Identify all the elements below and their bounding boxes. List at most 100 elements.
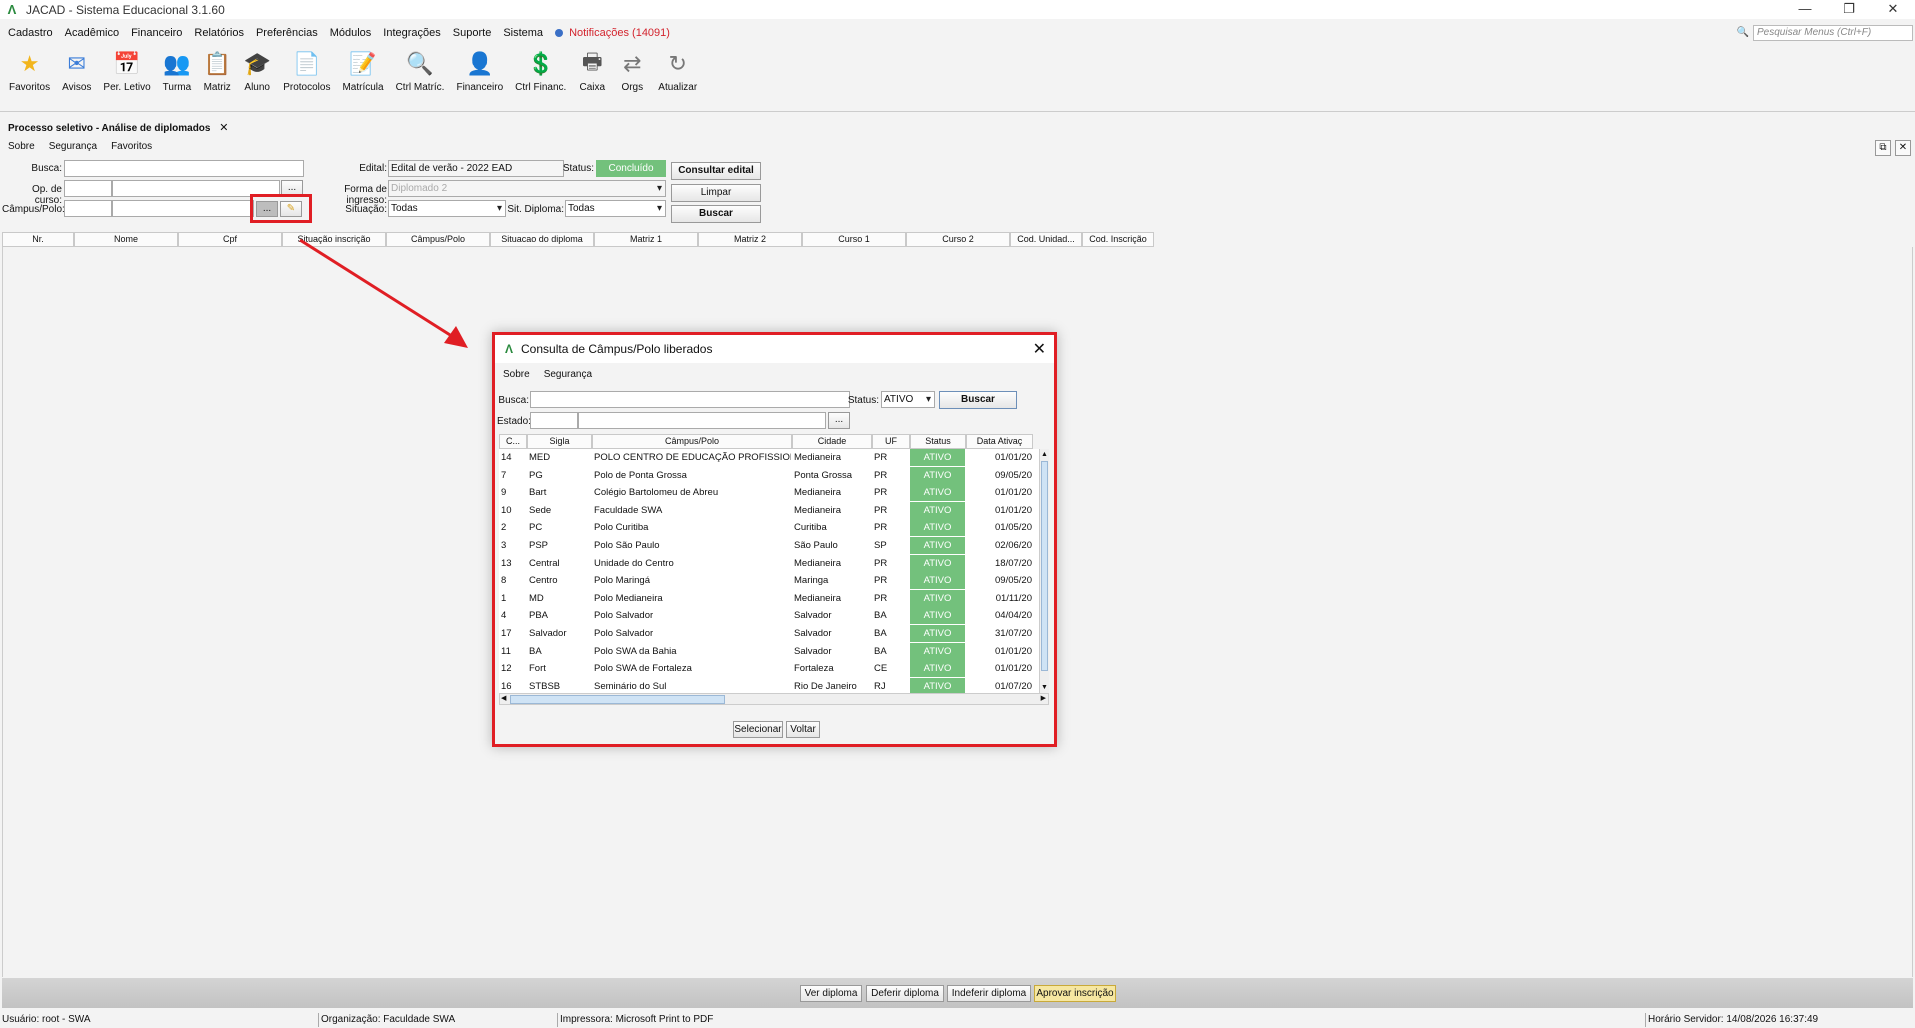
- indeferir-diploma-button[interactable]: Indeferir diploma: [947, 985, 1031, 1002]
- aprovar-inscricao-button[interactable]: Aprovar inscrição: [1034, 985, 1116, 1002]
- minimize-button[interactable]: —: [1783, 0, 1827, 19]
- limpar-button[interactable]: Limpar: [671, 184, 761, 202]
- toolbar-button-per-letivo[interactable]: 📅 Per. Letivo: [100, 48, 153, 95]
- dialog-table-row[interactable]: 2 PC Polo Curitiba Curitiba PR ATIVO 01/05/20: [499, 519, 1039, 537]
- dialog-column-header[interactable]: C...: [499, 434, 527, 449]
- submenu-favoritos[interactable]: Favoritos: [111, 141, 152, 157]
- horizontal-scrollbar[interactable]: ◀ ▶: [499, 693, 1049, 705]
- dialog-estado-lookup-button[interactable]: ...: [828, 412, 850, 429]
- grid-column-header[interactable]: Matriz 2: [698, 232, 802, 247]
- dialog-column-header[interactable]: Status: [910, 434, 966, 449]
- consultar-edital-button[interactable]: Consultar edital: [671, 162, 761, 180]
- dialog-column-header[interactable]: Cidade: [792, 434, 872, 449]
- menu-modulos[interactable]: Módulos: [330, 27, 372, 39]
- grid-column-header[interactable]: Câmpus/Polo: [386, 232, 490, 247]
- dialog-table-row[interactable]: 13 Central Unidade do Centro Medianeira PR AT…: [499, 554, 1039, 573]
- dialog-table-row[interactable]: 10 Sede Faculdade SWA Medianeira PR ATIVO 01/0…: [499, 501, 1039, 520]
- toolbar-button-aluno[interactable]: 🎓 Aluno: [240, 48, 274, 95]
- toolbar-button-matr-cula[interactable]: 📝 Matrícula: [339, 48, 386, 95]
- menu-sistema[interactable]: Sistema: [503, 27, 543, 39]
- dialog-table[interactable]: 16 STBSB Seminário do Sul Rio De Janeiro RJ A…: [499, 449, 1049, 693]
- toolbar-button-turma[interactable]: 👥 Turma: [160, 48, 195, 95]
- deferir-diploma-button[interactable]: Deferir diploma: [866, 985, 944, 1002]
- dialog-table-row[interactable]: 4 PBA Polo Salvador Salvador BA ATIVO 04/04/20: [499, 607, 1039, 625]
- restore-button[interactable]: ❐: [1827, 0, 1871, 19]
- campus-name-input[interactable]: [112, 200, 254, 217]
- grid-column-header[interactable]: Nr.: [2, 232, 74, 247]
- dialog-column-header[interactable]: Câmpus/Polo: [592, 434, 792, 449]
- menu-academico[interactable]: Acadêmico: [65, 27, 119, 39]
- voltar-button[interactable]: Voltar: [786, 721, 820, 738]
- dialog-busca-input[interactable]: [530, 391, 850, 408]
- toolbar-button-matriz[interactable]: 📋 Matriz: [200, 48, 234, 95]
- toolbar-button-orgs[interactable]: ⇄ Orgs: [615, 48, 649, 95]
- dialog-table-row[interactable]: 17 Salvador Polo Salvador Salvador BA ATIVO 31…: [499, 625, 1039, 643]
- dialog-table-row[interactable]: 1 MD Polo Medianeira Medianeira PR ATIVO 01/11…: [499, 589, 1039, 608]
- menu-cadastro[interactable]: Cadastro: [8, 27, 53, 39]
- toolbar-button-financeiro[interactable]: 👤 Financeiro: [453, 48, 506, 95]
- dialog-table-row[interactable]: 8 Centro Polo Maringá Maringa PR ATIVO 09/05/2…: [499, 572, 1039, 590]
- menu-preferencias[interactable]: Preferências: [256, 27, 318, 39]
- notifications-link[interactable]: Notificações (14091): [555, 27, 670, 39]
- scroll-thumb[interactable]: [510, 695, 725, 704]
- menu-suporte[interactable]: Suporte: [453, 27, 492, 39]
- submenu-sobre[interactable]: Sobre: [8, 141, 35, 157]
- scroll-left-icon[interactable]: ◀: [501, 694, 506, 702]
- selecionar-button[interactable]: Selecionar: [733, 721, 783, 738]
- busca-input[interactable]: [64, 160, 304, 177]
- toolbar-button-ctrl-financ[interactable]: 💲 Ctrl Financ.: [512, 48, 569, 95]
- menu-relatorios[interactable]: Relatórios: [194, 27, 244, 39]
- grid-column-header[interactable]: Matriz 1: [594, 232, 698, 247]
- tab-processo-seletivo[interactable]: Processo seletivo - Análise de diplomado…: [8, 121, 228, 134]
- close-dialog-icon[interactable]: ✕: [1033, 339, 1046, 359]
- scroll-up-icon[interactable]: ▲: [1041, 451, 1048, 458]
- scroll-down-icon[interactable]: ▼: [1041, 684, 1048, 691]
- toolbar-button-protocolos[interactable]: 📄 Protocolos: [280, 48, 333, 95]
- grid-column-header[interactable]: Cpf: [178, 232, 282, 247]
- scroll-thumb[interactable]: [1041, 461, 1048, 671]
- sit-diploma-select[interactable]: Todas: [565, 200, 666, 217]
- dialog-estado-name-input[interactable]: [578, 412, 826, 429]
- vertical-scrollbar[interactable]: ▲ ▼: [1039, 449, 1049, 693]
- close-window-button[interactable]: ✕: [1871, 0, 1915, 19]
- search-menus-input[interactable]: Pesquisar Menus (Ctrl+F): [1753, 25, 1913, 41]
- toolbar-button-caixa[interactable]: 🖶 Caixa: [575, 48, 609, 95]
- grid-column-header[interactable]: Nome: [74, 232, 178, 247]
- grid-column-header[interactable]: Situacao do diploma: [490, 232, 594, 247]
- dialog-buscar-button[interactable]: Buscar: [939, 391, 1017, 409]
- menu-integracoes[interactable]: Integrações: [383, 27, 440, 39]
- dialog-table-row[interactable]: 7 PG Polo de Ponta Grossa Ponta Grossa PR ATI…: [499, 466, 1039, 485]
- scroll-right-icon[interactable]: ▶: [1041, 694, 1046, 702]
- dialog-status-select[interactable]: ATIVO: [881, 391, 935, 408]
- buscar-button[interactable]: Buscar: [671, 205, 761, 223]
- toolbar-button-ctrl-matr-c[interactable]: 🔍 Ctrl Matríc.: [393, 48, 448, 95]
- submenu-seguranca[interactable]: Segurança: [49, 141, 97, 157]
- detach-window-icon[interactable]: ⧉: [1875, 140, 1891, 156]
- dialog-estado-code-input[interactable]: [530, 412, 578, 429]
- grid-column-header[interactable]: Cod. Inscrição: [1082, 232, 1154, 247]
- dialog-table-row[interactable]: 3 PSP Polo São Paulo São Paulo SP ATIVO 02/06/…: [499, 537, 1039, 555]
- toolbar-button-atualizar[interactable]: ↻ Atualizar: [655, 48, 700, 95]
- dialog-table-row[interactable]: 11 BA Polo SWA da Bahia Salvador BA ATIVO 01/0…: [499, 642, 1039, 661]
- dialog-table-row[interactable]: 14 MED POLO CENTRO DE EDUCAÇÃO PROFISSION…: [499, 449, 1039, 467]
- grid-column-header[interactable]: Curso 2: [906, 232, 1010, 247]
- menu-financeiro[interactable]: Financeiro: [131, 27, 182, 39]
- campus-code-input[interactable]: [64, 200, 112, 217]
- dialog-table-row[interactable]: 12 Fort Polo SWA de Fortaleza Fortaleza CE AT…: [499, 660, 1039, 678]
- grid-column-header[interactable]: Situação inscrição: [282, 232, 386, 247]
- grid-column-header[interactable]: Cod. Unidad...: [1010, 232, 1082, 247]
- toolbar-button-avisos[interactable]: ✉ Avisos: [59, 48, 94, 95]
- toolbar-button-favoritos[interactable]: ★ Favoritos: [6, 48, 53, 95]
- dialog-column-header[interactable]: UF: [872, 434, 910, 449]
- op-curso-code-input[interactable]: [64, 180, 112, 197]
- dialog-menu-sobre[interactable]: Sobre: [503, 369, 530, 380]
- ver-diploma-button[interactable]: Ver diploma: [800, 985, 862, 1002]
- situacao-select[interactable]: Todas: [388, 200, 506, 217]
- grid-column-header[interactable]: Curso 1: [802, 232, 906, 247]
- dialog-menu-seguranca[interactable]: Segurança: [544, 369, 592, 380]
- dialog-table-row[interactable]: 9 Bart Colégio Bartolomeu de Abreu Medianei…: [499, 484, 1039, 502]
- dialog-column-header[interactable]: Sigla: [527, 434, 592, 449]
- dialog-table-row[interactable]: 16 STBSB Seminário do Sul Rio De Janeiro RJ A…: [499, 677, 1039, 693]
- close-screen-icon[interactable]: ✕: [1895, 140, 1911, 156]
- close-tab-icon[interactable]: ✕: [219, 122, 228, 134]
